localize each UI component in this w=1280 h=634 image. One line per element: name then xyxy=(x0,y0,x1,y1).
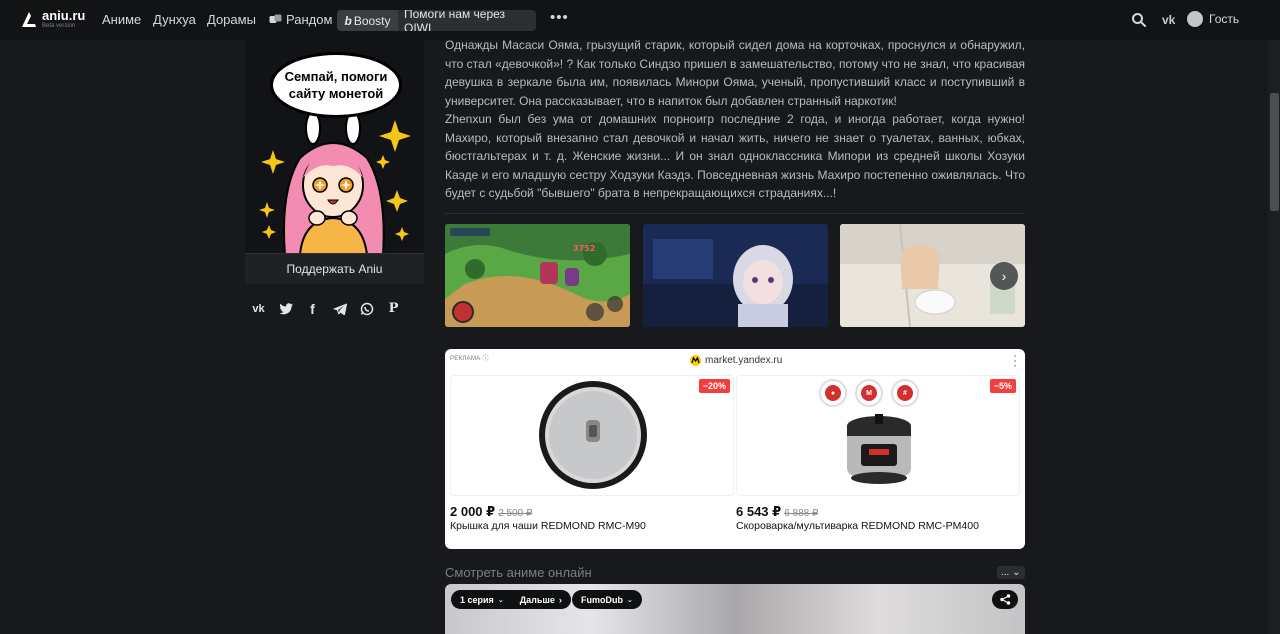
page-scrollbar-thumb[interactable] xyxy=(1270,93,1279,211)
watch-options-button[interactable]: ... ⌄ xyxy=(997,566,1025,579)
ad-product-2-price: 6 543 ₽6 888 ₽ xyxy=(736,504,819,519)
badge-material-icon: M xyxy=(855,379,883,407)
description-divider xyxy=(445,213,1025,214)
speech-bubble: Семпай, помоги сайту монетой xyxy=(270,52,402,118)
boosty-button[interactable]: b Boosty xyxy=(337,10,398,31)
screenshot-bedroom-icon xyxy=(643,224,828,327)
share-buttons: vk f P xyxy=(250,300,402,317)
twitter-share-icon[interactable] xyxy=(277,300,294,317)
yandex-market-icon xyxy=(690,355,701,366)
ad-product-1[interactable]: −20% xyxy=(450,375,734,496)
site-logo[interactable]: aniu.ru Beta version xyxy=(21,9,85,29)
screenshot-game-icon: 3752 xyxy=(445,224,630,327)
facebook-share-icon[interactable]: f xyxy=(304,300,321,317)
ad-product-1-price: 2 000 ₽2 500 ₽ xyxy=(450,504,533,519)
telegram-share-icon[interactable] xyxy=(331,300,348,317)
screenshots-next-button[interactable]: › xyxy=(990,262,1018,290)
boosty-label: Boosty xyxy=(353,13,391,28)
dub-label: FumoDub xyxy=(581,594,623,605)
multicooker-icon xyxy=(847,414,911,484)
nav-donghua-link[interactable]: Дунхуа xyxy=(153,12,196,27)
qiwi-button[interactable]: Помоги нам через QIWI xyxy=(398,10,536,31)
avatar xyxy=(1187,11,1203,27)
watch-online-heading: Смотреть аниме онлайн xyxy=(445,565,592,580)
logo-name: aniu.ru xyxy=(42,8,86,23)
more-menu-button[interactable]: ••• xyxy=(550,10,569,25)
donate-pills: b Boosty Помоги нам через QIWI xyxy=(337,10,536,31)
ad-menu-icon[interactable]: · · · xyxy=(1013,349,1017,371)
chevron-down-icon: ⌄ xyxy=(627,596,633,604)
player-share-button[interactable] xyxy=(992,590,1018,609)
nav-random-label: Рандом xyxy=(286,12,333,27)
screenshot-2[interactable] xyxy=(643,224,828,327)
nav-random-link[interactable]: Рандом xyxy=(269,12,332,27)
pinterest-share-icon[interactable]: P xyxy=(385,300,402,317)
anime-description: Однажды Масаси Ояма, грызущий старик, ко… xyxy=(445,36,1025,203)
advertisement-block[interactable]: РЕКЛАМА ⓘ market.yandex.ru · · · −20% 2 00… xyxy=(445,349,1025,549)
vk-share-icon[interactable]: vk xyxy=(250,300,267,317)
episode-selector[interactable]: 1 серия ⌄ Дальше › xyxy=(451,590,571,609)
badge-grid-icon: # xyxy=(891,379,919,407)
ad-product-2-title[interactable]: Скороварка/мультиварка REDMOND RMC-PM400 xyxy=(736,520,979,532)
vk-login-icon[interactable]: vk xyxy=(1162,13,1175,27)
dice-icon xyxy=(269,14,282,23)
search-icon[interactable] xyxy=(1131,12,1147,28)
discount-badge: −5% xyxy=(989,379,1016,393)
share-icon xyxy=(999,594,1010,605)
ad-source-label: market.yandex.ru xyxy=(705,355,783,366)
discount-badge: −20% xyxy=(698,379,730,393)
screenshot-1[interactable]: 3752 xyxy=(445,224,630,327)
whatsapp-share-icon[interactable] xyxy=(358,300,375,317)
chevron-down-icon: ⌄ xyxy=(497,596,504,604)
ad-product-2[interactable]: ● M # −5% xyxy=(736,375,1020,496)
top-navbar: aniu.ru Beta version Аниме Дунхуа Дорамы… xyxy=(0,0,1280,40)
donate-promo-card[interactable]: Семпай, помоги сайту монетой Поддержать … xyxy=(245,40,424,284)
product-badges: ● M # xyxy=(819,379,919,407)
mascot-illustration: Семпай, помоги сайту монетой xyxy=(245,40,424,253)
video-player[interactable]: 1 серия ⌄ Дальше › FumoDub ⌄ xyxy=(445,584,1025,634)
next-episode-label: Дальше xyxy=(519,594,555,605)
promo-divider xyxy=(245,253,424,254)
ad-source[interactable]: market.yandex.ru xyxy=(690,355,782,366)
nav-dramas-link[interactable]: Дорамы xyxy=(207,12,256,27)
logo-icon xyxy=(22,12,36,27)
ad-label: РЕКЛАМА ⓘ xyxy=(450,356,489,362)
chevron-right-icon: › xyxy=(558,594,562,605)
game-damage-text: 3752 xyxy=(573,244,595,253)
user-menu[interactable]: Гость xyxy=(1187,11,1239,27)
badge-lock-icon: ● xyxy=(819,379,847,407)
logo-subtitle: Beta version xyxy=(42,23,76,29)
boosty-icon: b xyxy=(344,13,352,28)
nav-anime-link[interactable]: Аниме xyxy=(102,12,141,27)
episode-label: 1 серия xyxy=(460,594,494,605)
dub-selector[interactable]: FumoDub ⌄ xyxy=(572,590,642,609)
ad-product-1-title[interactable]: Крышка для чаши REDMOND RMC-M90 xyxy=(450,520,646,532)
description-text: Однажды Масаси Ояма, грызущий старик, ко… xyxy=(445,38,1025,200)
user-name: Гость xyxy=(1209,12,1240,26)
pot-lid-icon xyxy=(539,381,647,489)
support-aniu-link[interactable]: Поддержать Aniu xyxy=(245,262,424,276)
